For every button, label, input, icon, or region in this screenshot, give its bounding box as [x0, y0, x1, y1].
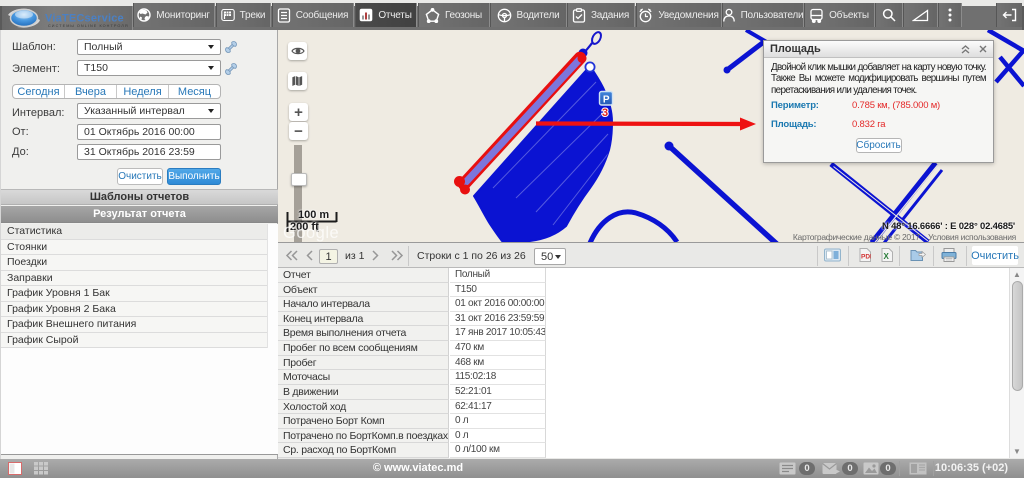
svg-text:3: 3	[602, 107, 608, 119]
svg-text:X: X	[884, 252, 890, 261]
svg-text:ViaTECservice: ViaTECservice	[45, 13, 124, 25]
svg-text:PDF: PDF	[861, 254, 871, 261]
svg-text:СИСТЕМЫ ONLINE КОНТРОЛЯ: СИСТЕМЫ ONLINE КОНТРОЛЯ	[48, 24, 129, 28]
svg-text:P: P	[603, 94, 610, 105]
